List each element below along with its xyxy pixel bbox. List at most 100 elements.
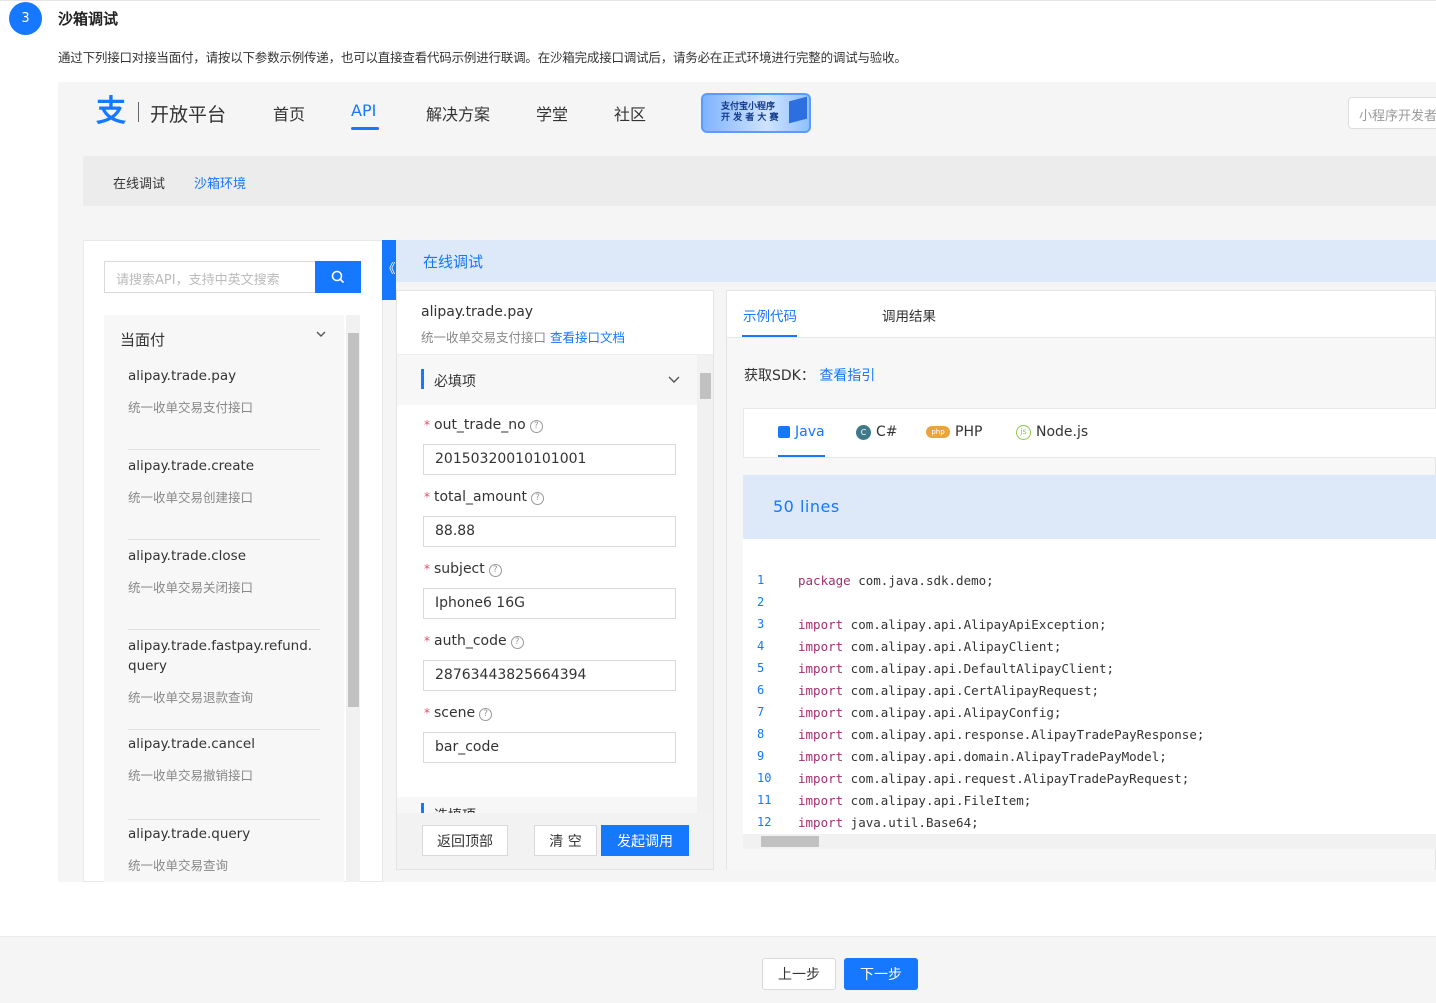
field-label-subject: * subject?: [424, 561, 502, 577]
params-scrollbar[interactable]: [697, 355, 713, 813]
nav-item-academy[interactable]: 学堂: [536, 101, 568, 125]
tab-nodejs[interactable]: js Node.js: [1016, 424, 1088, 440]
code-text: import com.alipay.api.FileItem;: [798, 793, 1032, 808]
api-description: 统一收单交易支付接口: [421, 330, 547, 345]
invoke-button[interactable]: 发起调用: [601, 825, 689, 856]
nav-search-input[interactable]: 小程序开发者: [1348, 97, 1436, 129]
code-keyword: import: [798, 639, 844, 654]
code-text: import com.alipay.api.request.AlipayTrad…: [798, 771, 1190, 786]
total-amount-input[interactable]: 88.88: [423, 516, 676, 547]
tab-call-result[interactable]: 调用结果: [882, 305, 936, 325]
developer-contest-banner[interactable]: 支付宝小程序 开 发 者 大 赛: [701, 93, 811, 133]
brand-name[interactable]: 开放平台: [150, 100, 226, 127]
help-icon[interactable]: ?: [488, 564, 502, 577]
sidebar-scroll-thumb[interactable]: [348, 333, 359, 707]
chevron-down-icon[interactable]: [316, 329, 326, 339]
crumb-online-debug[interactable]: 在线调试: [113, 173, 165, 192]
section-accent-bar: [421, 803, 424, 813]
help-icon[interactable]: ?: [531, 492, 545, 505]
help-icon[interactable]: ?: [510, 636, 524, 649]
chevron-down-icon[interactable]: [668, 375, 680, 385]
line-number: 7: [757, 705, 765, 719]
code-text: import com.alipay.api.response.AlipayTra…: [798, 727, 1205, 742]
code-keyword: import: [798, 661, 844, 676]
line-number: 6: [757, 683, 765, 697]
optional-section-title: 选填项: [434, 805, 476, 813]
nav-active-indicator: [351, 127, 379, 130]
code-horizontal-scrollbar[interactable]: [743, 834, 1436, 849]
search-icon: [331, 270, 345, 284]
line-number: 11: [757, 793, 772, 807]
code-keyword: import: [798, 617, 844, 632]
php-icon: php: [926, 426, 950, 438]
field-label-total-amount: * total_amount?: [424, 489, 545, 505]
help-icon[interactable]: ?: [529, 420, 543, 433]
code-keyword: import: [798, 793, 844, 808]
api-list-item[interactable]: alipay.trade.query 统一收单交易查询: [128, 824, 320, 882]
java-icon: [778, 426, 790, 438]
nav-item-api[interactable]: API: [351, 101, 376, 120]
crumb-sandbox[interactable]: 沙箱环境: [194, 173, 246, 192]
optional-section-header[interactable]: 选填项: [397, 797, 697, 813]
wizard-footer: 上一步 下一步: [0, 936, 1436, 1003]
collapse-sidebar-button[interactable]: 《: [382, 240, 396, 300]
code-scroll-thumb[interactable]: [761, 836, 819, 847]
tab-sample-code[interactable]: 示例代码: [743, 305, 797, 325]
code-viewer[interactable]: 1 package com.java.sdk.demo; 2 3 import com.…: [743, 539, 1436, 849]
tab-php[interactable]: php PHP: [926, 424, 982, 440]
tab-csharp[interactable]: C C#: [856, 424, 898, 440]
line-number: 4: [757, 639, 765, 653]
subject-input[interactable]: Iphone6 16G: [423, 588, 676, 619]
params-scroll-thumb[interactable]: [700, 373, 711, 399]
api-list-item[interactable]: alipay.trade.pay 统一收单交易支付接口: [128, 366, 320, 450]
previous-step-button[interactable]: 上一步: [762, 958, 836, 990]
online-debug-title: 在线调试: [423, 253, 484, 271]
step-title: 沙箱调试: [58, 10, 119, 28]
api-list-item[interactable]: alipay.trade.cancel 统一收单交易撤销接口: [128, 734, 320, 820]
api-search-input[interactable]: 请搜索API，支持中英文搜索: [104, 261, 316, 293]
back-to-top-button[interactable]: 返回顶部: [422, 825, 508, 856]
top-divider: [0, 0, 1436, 1]
code-area: 获取SDK： 查看指引 Java CC# phpPHP jsNode.js: [727, 338, 1436, 870]
field-label-scene: * scene?: [424, 705, 493, 721]
api-list-item[interactable]: alipay.trade.create 统一收单交易创建接口: [128, 456, 320, 540]
api-subtitle: 统一收单交易支付接口 查看接口文档: [421, 327, 625, 346]
nav-item-community[interactable]: 社区: [614, 101, 646, 125]
clear-button[interactable]: 清 空: [534, 825, 597, 856]
code-text: import com.alipay.api.AlipayClient;: [798, 639, 1062, 654]
alipay-logo-icon[interactable]: 支: [96, 96, 132, 128]
nav-item-home[interactable]: 首页: [273, 101, 305, 125]
api-list-item[interactable]: alipay.trade.fastpay.refund.query 统一收单交易…: [128, 636, 320, 730]
api-doc-link[interactable]: 查看接口文档: [550, 330, 625, 345]
request-params-panel: alipay.trade.pay 统一收单交易支付接口 查看接口文档 必填项 *…: [396, 290, 714, 870]
code-keyword: import: [798, 771, 844, 786]
search-button[interactable]: [315, 261, 361, 293]
scene-input[interactable]: bar_code: [423, 732, 676, 763]
code-lines-header: 50 lines: [743, 475, 1436, 539]
api-name: alipay.trade.pay: [421, 304, 534, 320]
code-text: import com.alipay.api.domain.AlipayTrade…: [798, 749, 1167, 764]
next-step-button[interactable]: 下一步: [844, 958, 918, 990]
help-icon[interactable]: ?: [479, 708, 493, 721]
required-section-title: 必填项: [434, 374, 476, 390]
code-keyword: import: [798, 683, 844, 698]
code-text: import java.util.Base64;: [798, 815, 979, 830]
api-group-title[interactable]: 当面付: [120, 329, 165, 350]
out-trade-no-input[interactable]: 20150320010101001: [423, 444, 676, 475]
code-keyword: import: [798, 749, 844, 764]
language-active-indicator: [778, 455, 825, 457]
line-number: 10: [757, 771, 772, 785]
language-tabs: Java C C# php PHP js Node.js: [743, 408, 1436, 458]
api-list-item[interactable]: alipay.trade.close 统一收单交易关闭接口: [128, 546, 320, 630]
step-number-badge: 3: [9, 2, 42, 35]
tab-java[interactable]: Java: [778, 424, 825, 440]
line-number: 8: [757, 727, 765, 741]
line-number: 3: [757, 617, 765, 631]
sdk-guide-link[interactable]: 查看指引: [819, 368, 875, 384]
line-number: 2: [757, 595, 765, 609]
line-number: 12: [757, 815, 772, 829]
auth-code-input[interactable]: 28763443825664394: [423, 660, 676, 691]
nav-item-solutions[interactable]: 解决方案: [426, 101, 490, 125]
step-description: 通过下列接口对接当面付，请按以下参数示例传递，也可以直接查看代码示例进行联调。在…: [58, 50, 907, 65]
api-sidebar: 请搜索API，支持中英文搜索 当面付 alipay.trade.pay 统一收单…: [83, 240, 383, 882]
